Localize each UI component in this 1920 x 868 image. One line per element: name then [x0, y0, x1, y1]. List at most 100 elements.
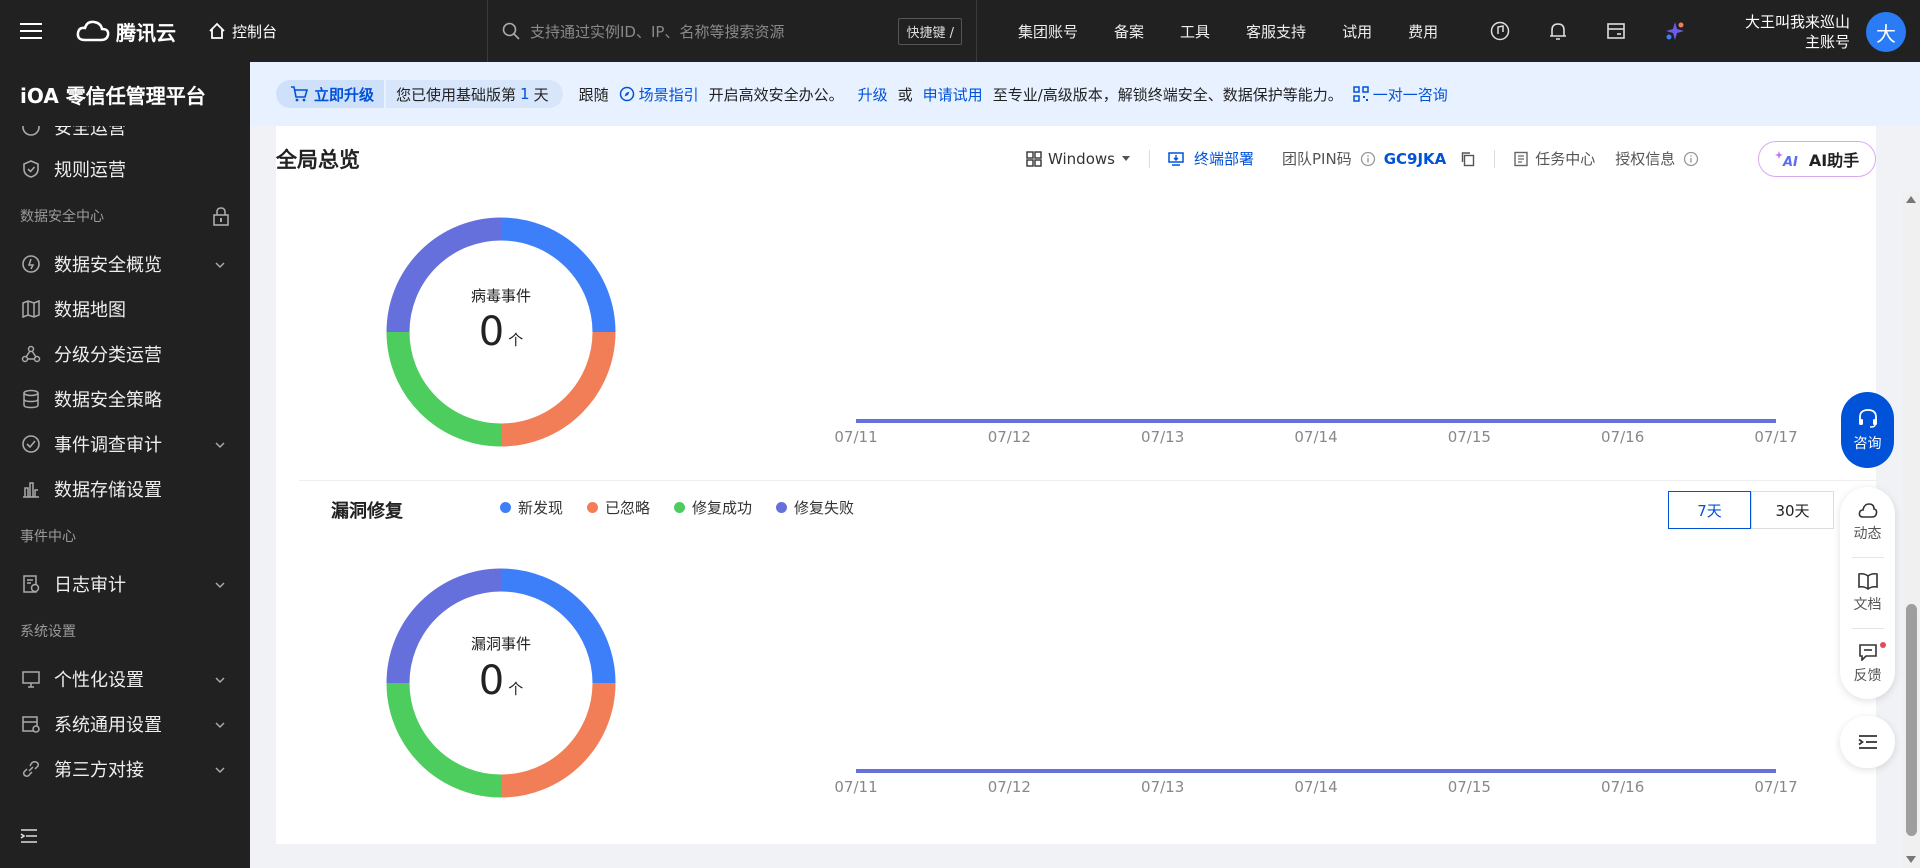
dynamic-button[interactable]: 动态 — [1854, 487, 1882, 557]
virus-donut: 病毒事件 0个 — [386, 217, 616, 447]
legend-dot — [500, 502, 511, 513]
legend-new[interactable]: 新发现 — [500, 497, 563, 518]
legend-dot — [587, 502, 599, 513]
sidebar-item-data-map[interactable]: 数据地图 — [0, 286, 250, 331]
overview-content: 病毒事件 0个 07/11 07/12 07/13 07/14 07/15 07/16 07… — [276, 191, 1876, 844]
bell-icon[interactable] — [1548, 21, 1568, 41]
divider — [1148, 149, 1150, 168]
pin-value: GC9JKA — [1383, 149, 1447, 168]
monitor-icon — [20, 668, 42, 690]
console-label: 控制台 — [232, 22, 278, 41]
scene-guide-label: 场景指引 — [638, 85, 699, 104]
storage-icon — [20, 478, 42, 500]
list-indent-icon — [1858, 735, 1877, 749]
sidebar-item-general-settings[interactable]: 系统通用设置 — [0, 701, 250, 746]
virus-line-chart: 07/11 07/12 07/13 07/14 07/15 07/16 07/17 — [834, 341, 1798, 446]
virus-x-axis: 07/11 07/12 07/13 07/14 07/15 07/16 07/17 — [834, 428, 1797, 448]
group-system-settings: 系统设置 — [0, 606, 250, 656]
sidebar-item-event-audit[interactable]: 事件调查审计 — [0, 421, 250, 466]
sidebar-item-rule-ops[interactable]: 规则运营 — [0, 146, 250, 191]
sidebar-item-label: 系统通用设置 — [54, 714, 162, 736]
sidebar-item-label: 安全运营 — [54, 126, 126, 139]
chevron-down-icon — [214, 670, 226, 691]
console-link[interactable]: 控制台 — [208, 21, 468, 42]
copy-icon[interactable] — [1460, 151, 1476, 167]
tencent-cloud-logo[interactable]: 腾讯云 — [76, 17, 196, 46]
info-icon[interactable] — [1360, 151, 1376, 167]
pro-text: 至专业/高级版本，解锁终端安全、数据保护等能力。 — [992, 85, 1343, 104]
chevron-down-icon — [214, 435, 226, 456]
vuln-trend-svg — [856, 769, 1776, 773]
divider — [1494, 149, 1496, 168]
colorful-star-icon[interactable] — [1664, 20, 1686, 42]
home-icon — [209, 22, 225, 39]
avatar[interactable]: 大 — [1866, 12, 1906, 52]
range-7-days-button[interactable]: 7天 — [1668, 491, 1751, 529]
gauge-icon — [20, 126, 42, 138]
user-info[interactable]: 大王叫我来巡山 主账号 — [1745, 12, 1850, 52]
nav-tools[interactable]: 工具 — [1180, 21, 1210, 42]
group-label: 数据安全中心 — [20, 209, 104, 225]
x-tick-label: 07/11 — [834, 778, 878, 796]
sidebar-item-security-ops[interactable]: 安全运营 — [0, 126, 250, 146]
nav-group-account[interactable]: 集团账号 — [1018, 21, 1078, 42]
page-scrollbar[interactable] — [1903, 191, 1920, 868]
sidebar-item-personalize[interactable]: 个性化设置 — [0, 656, 250, 701]
global-search[interactable]: 支持通过实例ID、IP、名称等搜索资源 快捷键 / — [487, 0, 977, 62]
x-tick-label: 07/15 — [1447, 778, 1491, 796]
notification-dot — [1879, 642, 1886, 648]
x-tick-label: 07/16 — [1601, 428, 1645, 446]
upgrade-now-button[interactable]: 立即升级 — [276, 80, 385, 108]
feedback-button[interactable]: 反馈 — [1853, 629, 1886, 699]
nav-support[interactable]: 客服支持 — [1246, 21, 1306, 42]
usage-day: 1 — [520, 85, 530, 103]
legend-label: 新发现 — [518, 499, 564, 517]
menu-icon[interactable] — [0, 0, 62, 62]
deploy-link[interactable]: 终端部署 — [1168, 148, 1254, 169]
range-30-days-button[interactable]: 30天 — [1751, 491, 1834, 529]
nav-billing[interactable]: 费用 — [1408, 21, 1438, 42]
collapse-sidebar-icon[interactable] — [20, 828, 38, 848]
ai-assistant-button[interactable]: AI AI助手 — [1758, 141, 1876, 177]
docs-button[interactable]: 文档 — [1854, 558, 1882, 628]
cloud-logo-icon — [76, 20, 110, 42]
feedback-label: 反馈 — [1853, 668, 1882, 684]
legend-failed[interactable]: 修复失败 — [776, 497, 854, 518]
scroll-down-arrow[interactable] — [1906, 856, 1916, 863]
sidebar-item-log-audit[interactable]: 日志审计 — [0, 561, 250, 606]
scroll-thumb[interactable] — [1906, 604, 1917, 836]
sidebar-item-label: 分级分类运营 — [54, 344, 162, 366]
outline-toggle-button[interactable] — [1840, 716, 1895, 768]
search-placeholder[interactable]: 支持通过实例ID、IP、名称等搜索资源 — [530, 21, 898, 42]
one-on-one-link[interactable]: 一对一咨询 — [1353, 84, 1448, 105]
sidebar-item-storage[interactable]: 数据存储设置 — [0, 466, 250, 511]
shortcut-badge: 快捷键 / — [898, 17, 962, 45]
sidebar-item-data-policy[interactable]: 数据安全策略 — [0, 376, 250, 421]
legend-fixed[interactable]: 修复成功 — [674, 497, 752, 518]
virus-unit: 个 — [508, 331, 524, 349]
music-icon[interactable] — [1490, 21, 1510, 41]
range-toggle: 7天 30天 — [1668, 491, 1834, 529]
nav-filing[interactable]: 备案 — [1114, 21, 1144, 42]
legend-ignored[interactable]: 已忽略 — [587, 497, 650, 518]
task-center-link[interactable]: 任务中心 — [1513, 148, 1595, 169]
apply-trial-link[interactable]: 申请试用 — [923, 84, 983, 105]
consult-button[interactable]: 咨询 — [1841, 392, 1894, 468]
sidebar-item-classification[interactable]: 分级分类运营 — [0, 331, 250, 376]
scene-guide-link[interactable]: 场景指引 — [619, 84, 699, 105]
info-icon[interactable] — [1683, 151, 1699, 167]
x-tick-label: 07/13 — [1141, 778, 1185, 796]
sidebar-item-cut[interactable]: 安全运营 — [0, 126, 250, 146]
sidebar-item-third-party[interactable]: 第三方对接 — [0, 746, 250, 791]
inbox-icon[interactable] — [1606, 21, 1626, 41]
scroll-up-arrow[interactable] — [1906, 196, 1916, 203]
os-select[interactable]: Windows — [1026, 150, 1131, 168]
sidebar-item-label: 数据存储设置 — [54, 479, 162, 501]
license-info-link[interactable]: 授权信息 — [1615, 148, 1675, 169]
virus-donut-label: 病毒事件 — [470, 287, 531, 305]
shield-icon — [20, 158, 42, 180]
page-title: 全局总览 — [276, 147, 360, 172]
nav-trial[interactable]: 试用 — [1342, 21, 1372, 42]
sidebar-item-data-overview[interactable]: 数据安全概览 — [0, 241, 250, 286]
upgrade-link[interactable]: 升级 — [858, 84, 888, 105]
